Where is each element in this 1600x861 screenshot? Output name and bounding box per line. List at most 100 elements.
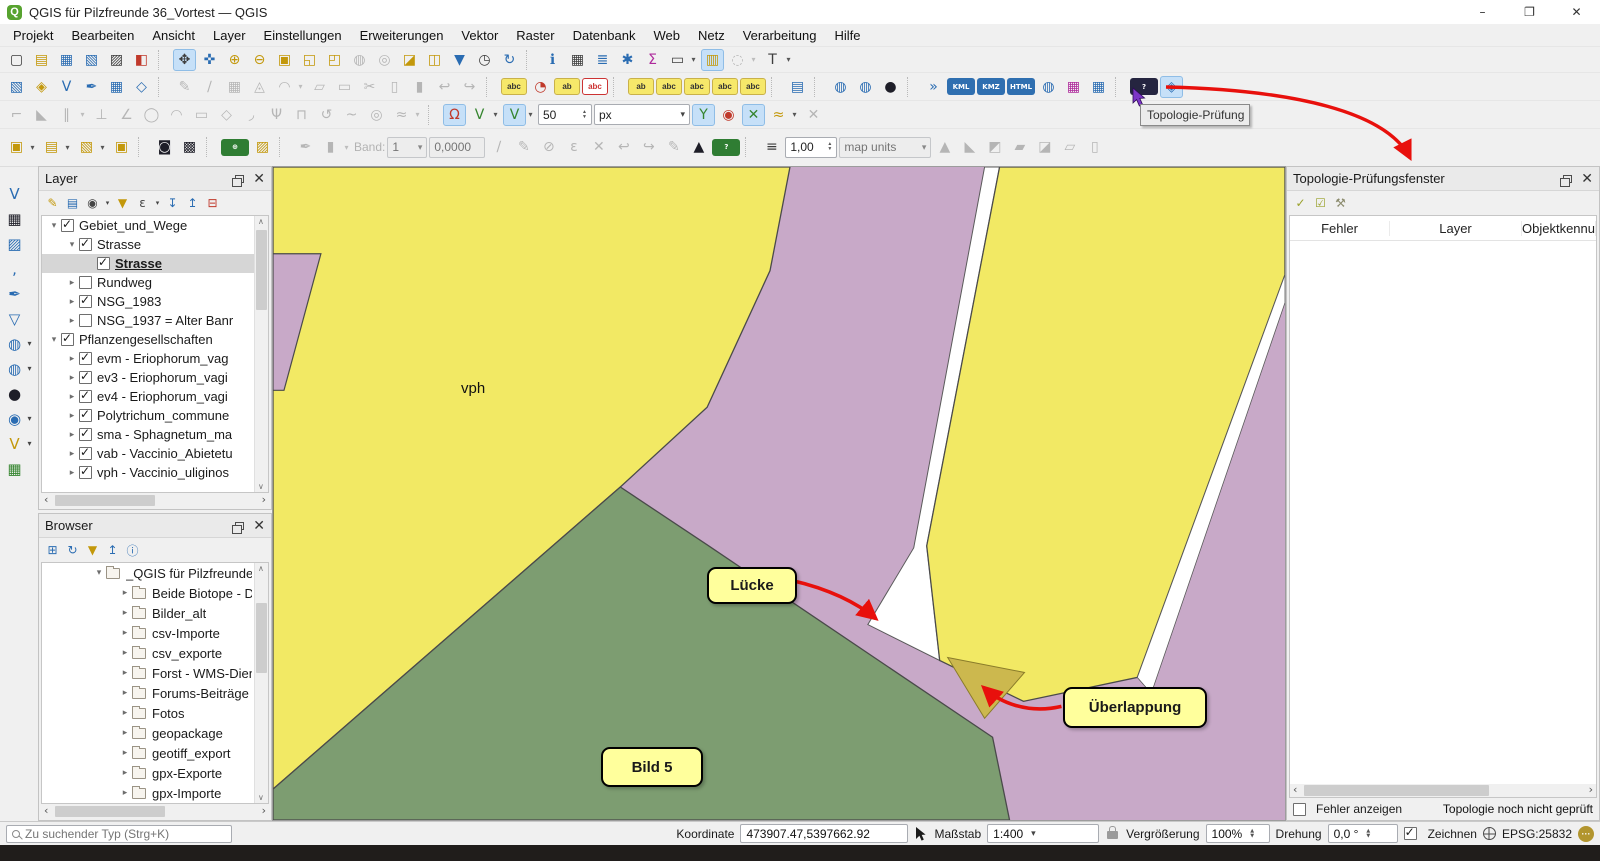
layer-tree-row[interactable]: ▾ Strasse: [42, 235, 268, 254]
menu-item[interactable]: Layer: [204, 26, 255, 45]
expand-icon[interactable]: ▸: [65, 297, 79, 307]
add-wfs-layer-icon[interactable]: ◉: [3, 407, 27, 431]
map-tips-icon[interactable]: ▥: [701, 49, 724, 71]
browser-tree-row[interactable]: ▸ csv-Importe: [42, 623, 268, 643]
processing-toolbox-icon[interactable]: ✱: [616, 49, 639, 71]
layer-labeling-icon[interactable]: abc: [501, 78, 527, 95]
menu-item[interactable]: Einstellungen: [255, 26, 351, 45]
scale-combo[interactable]: 1:400: [987, 824, 1099, 843]
help-contents-icon[interactable]: ?: [1130, 78, 1158, 95]
new-virtual-layer-icon[interactable]: ◇: [130, 76, 153, 98]
layer-checkbox[interactable]: [79, 371, 92, 384]
new-delimited-text-layer-icon[interactable]: ,: [3, 257, 27, 281]
python-console-icon[interactable]: »: [922, 76, 945, 98]
expand-icon[interactable]: ▾: [65, 240, 79, 250]
snap-type-dropdown[interactable]: ▾: [525, 104, 536, 126]
select-features-dropdown[interactable]: ▾: [27, 136, 38, 158]
browser-tree-row[interactable]: ▾ _QGIS für Pilzfreunde: [42, 563, 268, 583]
layer-tree-vscrollbar[interactable]: [254, 216, 268, 492]
temporal-controller-icon[interactable]: ◷: [473, 49, 496, 71]
show-hide-labels-icon[interactable]: abc: [656, 78, 682, 95]
expand-icon[interactable]: ▸: [118, 648, 132, 658]
layer-tree-row[interactable]: ▸ sma - Sphagnetum_ma: [42, 425, 268, 444]
refresh-map-icon[interactable]: ↻: [498, 49, 521, 71]
layer-tree-row[interactable]: ▸ evm - Eriophorum_vag: [42, 349, 268, 368]
zoom-to-layer-icon[interactable]: ◰: [323, 49, 346, 71]
save-project-as-icon[interactable]: ▧: [80, 49, 103, 71]
layer-tree-row[interactable]: ▸ Rundweg: [42, 273, 268, 292]
menu-item[interactable]: Verarbeitung: [734, 26, 826, 45]
filter-expression-dropdown[interactable]: ▾: [153, 194, 162, 213]
new-geopackage-layer-icon[interactable]: ◈: [30, 76, 53, 98]
topology-table-hscrollbar[interactable]: [1290, 784, 1596, 797]
highlight-pinned-labels-icon[interactable]: ab: [628, 78, 654, 95]
layer-tree-row[interactable]: ▸ ev3 - Eriophorum_vagi: [42, 368, 268, 387]
expand-icon[interactable]: ▸: [65, 468, 79, 478]
avoid-overlap-icon[interactable]: ✕: [742, 104, 765, 126]
browser-tree-row[interactable]: ▸ Bilder_alt: [42, 603, 268, 623]
pan-map-icon[interactable]: ✥: [173, 49, 196, 71]
expand-icon[interactable]: ▸: [118, 628, 132, 638]
remove-layer-icon[interactable]: ⊟: [203, 194, 222, 213]
statistical-summary-icon[interactable]: ≣: [591, 49, 614, 71]
expand-icon[interactable]: ▸: [118, 768, 132, 778]
rail-dropdown[interactable]: ▾: [28, 339, 37, 348]
identify-features-icon[interactable]: ℹ: [541, 49, 564, 71]
add-wcs-layer-icon[interactable]: ●: [3, 382, 27, 406]
expand-icon[interactable]: ▸: [65, 430, 79, 440]
float-panel-icon[interactable]: [235, 522, 244, 530]
layer-tree-row[interactable]: ▸ vph - Vaccinio_uliginos: [42, 463, 268, 482]
deselect-features-dropdown[interactable]: ▾: [97, 136, 108, 158]
topology-checker-icon[interactable]: ◈: [1160, 76, 1183, 98]
browser-tree-row[interactable]: ▸ Forums-Beiträge: [42, 683, 268, 703]
crs-globe-icon[interactable]: [1483, 827, 1496, 840]
filter-browser-icon[interactable]: ▼: [83, 541, 102, 560]
expand-icon[interactable]: ▸: [65, 411, 79, 421]
snap-tolerance-input[interactable]: 50: [538, 104, 592, 125]
line-width-icon[interactable]: ≡: [760, 136, 783, 158]
locator-search[interactable]: [6, 825, 232, 843]
snap-units-combo[interactable]: px: [594, 104, 690, 125]
style-manager-icon[interactable]: ◧: [130, 49, 153, 71]
crs-value[interactable]: EPSG:25832: [1502, 827, 1572, 841]
expand-icon[interactable]: ▸: [118, 708, 132, 718]
lock-scale-icon[interactable]: [1107, 831, 1118, 839]
layer-tree-row[interactable]: ▾ Pflanzengesellschaften: [42, 330, 268, 349]
kmz-export-icon[interactable]: KMZ: [977, 78, 1005, 95]
metasearch-icon[interactable]: ◍: [829, 76, 852, 98]
scroll-thumb[interactable]: [55, 806, 165, 817]
globe-add-icon[interactable]: ◍: [1037, 76, 1060, 98]
layer-checkbox[interactable]: [61, 219, 74, 232]
layer-tree-hscrollbar[interactable]: [41, 494, 269, 507]
expand-icon[interactable]: ▸: [65, 278, 79, 288]
coordinate-extent-toggle-icon[interactable]: [914, 826, 928, 842]
browser-tree-hscrollbar[interactable]: [41, 805, 269, 818]
pan-to-selection-icon[interactable]: ✜: [198, 49, 221, 71]
html-export-icon[interactable]: HTML: [1007, 78, 1035, 95]
new-spatialite-layer-icon[interactable]: ✒: [3, 282, 27, 306]
snapping-mode-icon[interactable]: V: [468, 104, 491, 126]
layer-checkbox[interactable]: [79, 352, 92, 365]
zoom-to-feature-icon[interactable]: ⊕: [221, 139, 249, 156]
web-globe-search-icon[interactable]: ●: [879, 76, 902, 98]
rail-dropdown[interactable]: ▾: [28, 414, 37, 423]
layer-checkbox[interactable]: [79, 390, 92, 403]
snap-type-icon[interactable]: V: [503, 104, 526, 126]
expand-icon[interactable]: ▸: [65, 373, 79, 383]
image-capture-icon[interactable]: ▩: [178, 136, 201, 158]
enable-snapping-icon[interactable]: Ω: [443, 104, 466, 126]
close-panel-icon[interactable]: ✕: [253, 519, 265, 533]
layer-checkbox[interactable]: [79, 409, 92, 422]
select-features-icon[interactable]: ▣: [5, 136, 28, 158]
expand-icon[interactable]: ▾: [47, 335, 61, 345]
map-shot-camera-icon[interactable]: ◙: [153, 136, 176, 158]
validate-extent-icon[interactable]: ☑: [1311, 194, 1330, 213]
layer-checkbox[interactable]: [79, 466, 92, 479]
add-postgis-layer-icon[interactable]: ◍: [3, 332, 27, 356]
expand-icon[interactable]: ▸: [118, 788, 132, 798]
layer-checkbox[interactable]: [79, 428, 92, 441]
scroll-thumb[interactable]: [256, 603, 267, 673]
grid-add-icon[interactable]: ▦: [1087, 76, 1110, 98]
measure-icon[interactable]: ▭: [666, 49, 689, 71]
no-labels-icon[interactable]: abc: [582, 78, 608, 95]
